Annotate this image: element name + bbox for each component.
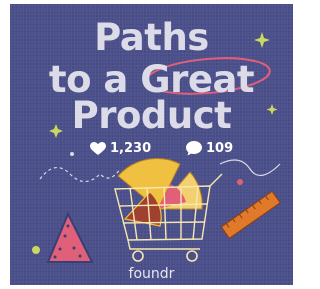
post-image[interactable]: Paths to a Great Product 1,230 109 found… <box>10 4 293 285</box>
likes-stat[interactable]: 1,230 <box>90 141 151 156</box>
likes-count: 1,230 <box>110 141 152 156</box>
title-line-3: Product <box>71 94 232 137</box>
triangle-shape <box>46 211 94 263</box>
cart-wheel <box>186 250 198 262</box>
swirl-line <box>39 167 121 183</box>
dot <box>32 246 40 254</box>
comments-count: 109 <box>206 141 234 156</box>
title-line-1: Paths <box>94 16 209 59</box>
comment-bubble-icon <box>186 141 202 156</box>
comments-stat[interactable]: 109 <box>186 141 233 156</box>
ruler-shape <box>220 190 281 240</box>
heart-icon <box>90 141 106 155</box>
brand-logo: foundr <box>128 266 175 282</box>
dot <box>70 152 74 156</box>
cart-wheel <box>132 250 144 262</box>
swirl-line <box>219 159 281 176</box>
dot <box>237 179 243 185</box>
